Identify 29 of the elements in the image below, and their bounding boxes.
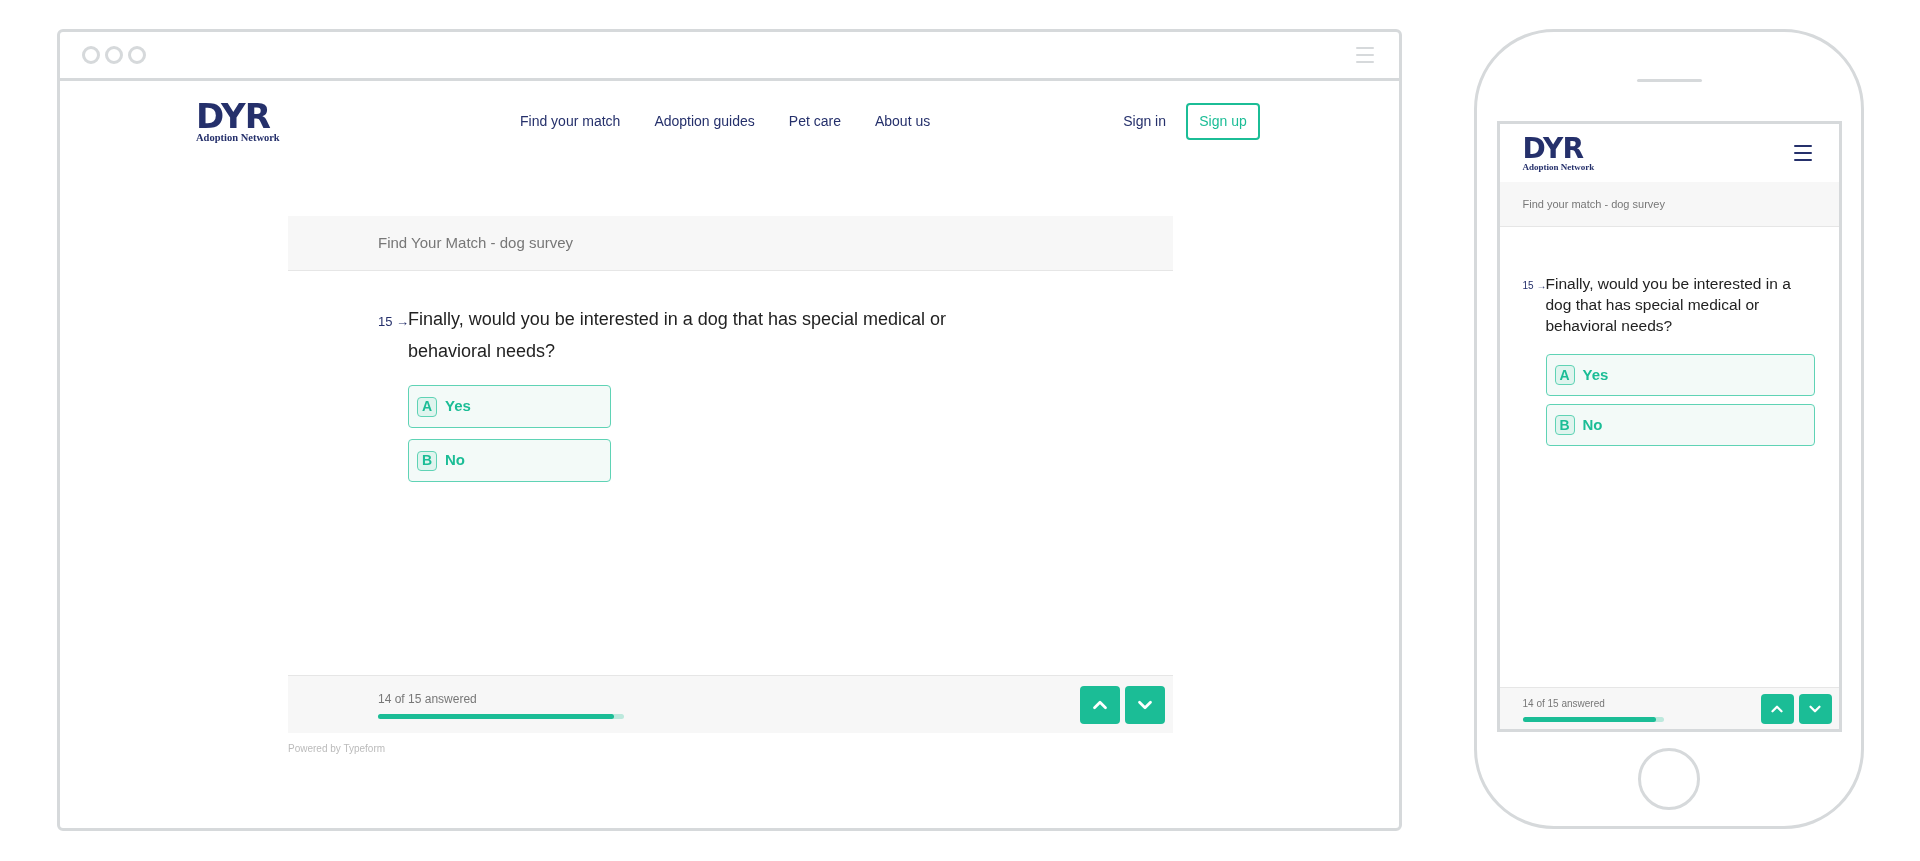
survey-title: Find your match - dog survey	[1522, 196, 1665, 212]
option-key: B	[417, 450, 437, 471]
phone-speaker	[1636, 79, 1702, 82]
progress-text: 14 of 15 answered	[1522, 696, 1606, 711]
nav-link[interactable]: Find your match	[520, 110, 621, 132]
sign-in-link[interactable]: Sign in	[1123, 110, 1166, 132]
nav-link[interactable]: Adoption guides	[654, 110, 755, 132]
logo-subtitle: Adoption Network	[1522, 162, 1595, 172]
option-label: No	[445, 450, 465, 471]
next-button[interactable]	[1125, 685, 1165, 724]
logo-mark[interactable]: DYR	[196, 98, 270, 133]
option-label: Yes	[445, 396, 471, 417]
powered-by-text: Powered by Typeform	[288, 742, 387, 756]
nav-link[interactable]: About us	[874, 110, 931, 132]
option-key: B	[1554, 415, 1575, 435]
logo-subtitle: Adoption Network	[196, 132, 280, 144]
option-key: A	[1554, 365, 1575, 385]
next-button[interactable]	[1798, 693, 1832, 724]
option-label: Yes	[1582, 364, 1609, 385]
nav-link[interactable]: Pet care	[788, 110, 841, 132]
survey-title: Find Your Match - dog survey	[378, 232, 574, 253]
option-label: No	[1582, 414, 1603, 435]
question-text: Finally, would you be interested in a dog that has special medical or behavioral needs?	[408, 308, 947, 363]
progress-text: 14 of 15 answered	[378, 691, 478, 708]
logo-mark[interactable]: DYR	[1522, 134, 1584, 163]
question-text: Finally, would you be interested in a dog that has special medical or behavioral needs?	[1545, 274, 1792, 336]
previous-button[interactable]	[1760, 693, 1794, 724]
option-key: A	[417, 396, 437, 417]
previous-button[interactable]	[1080, 685, 1120, 724]
